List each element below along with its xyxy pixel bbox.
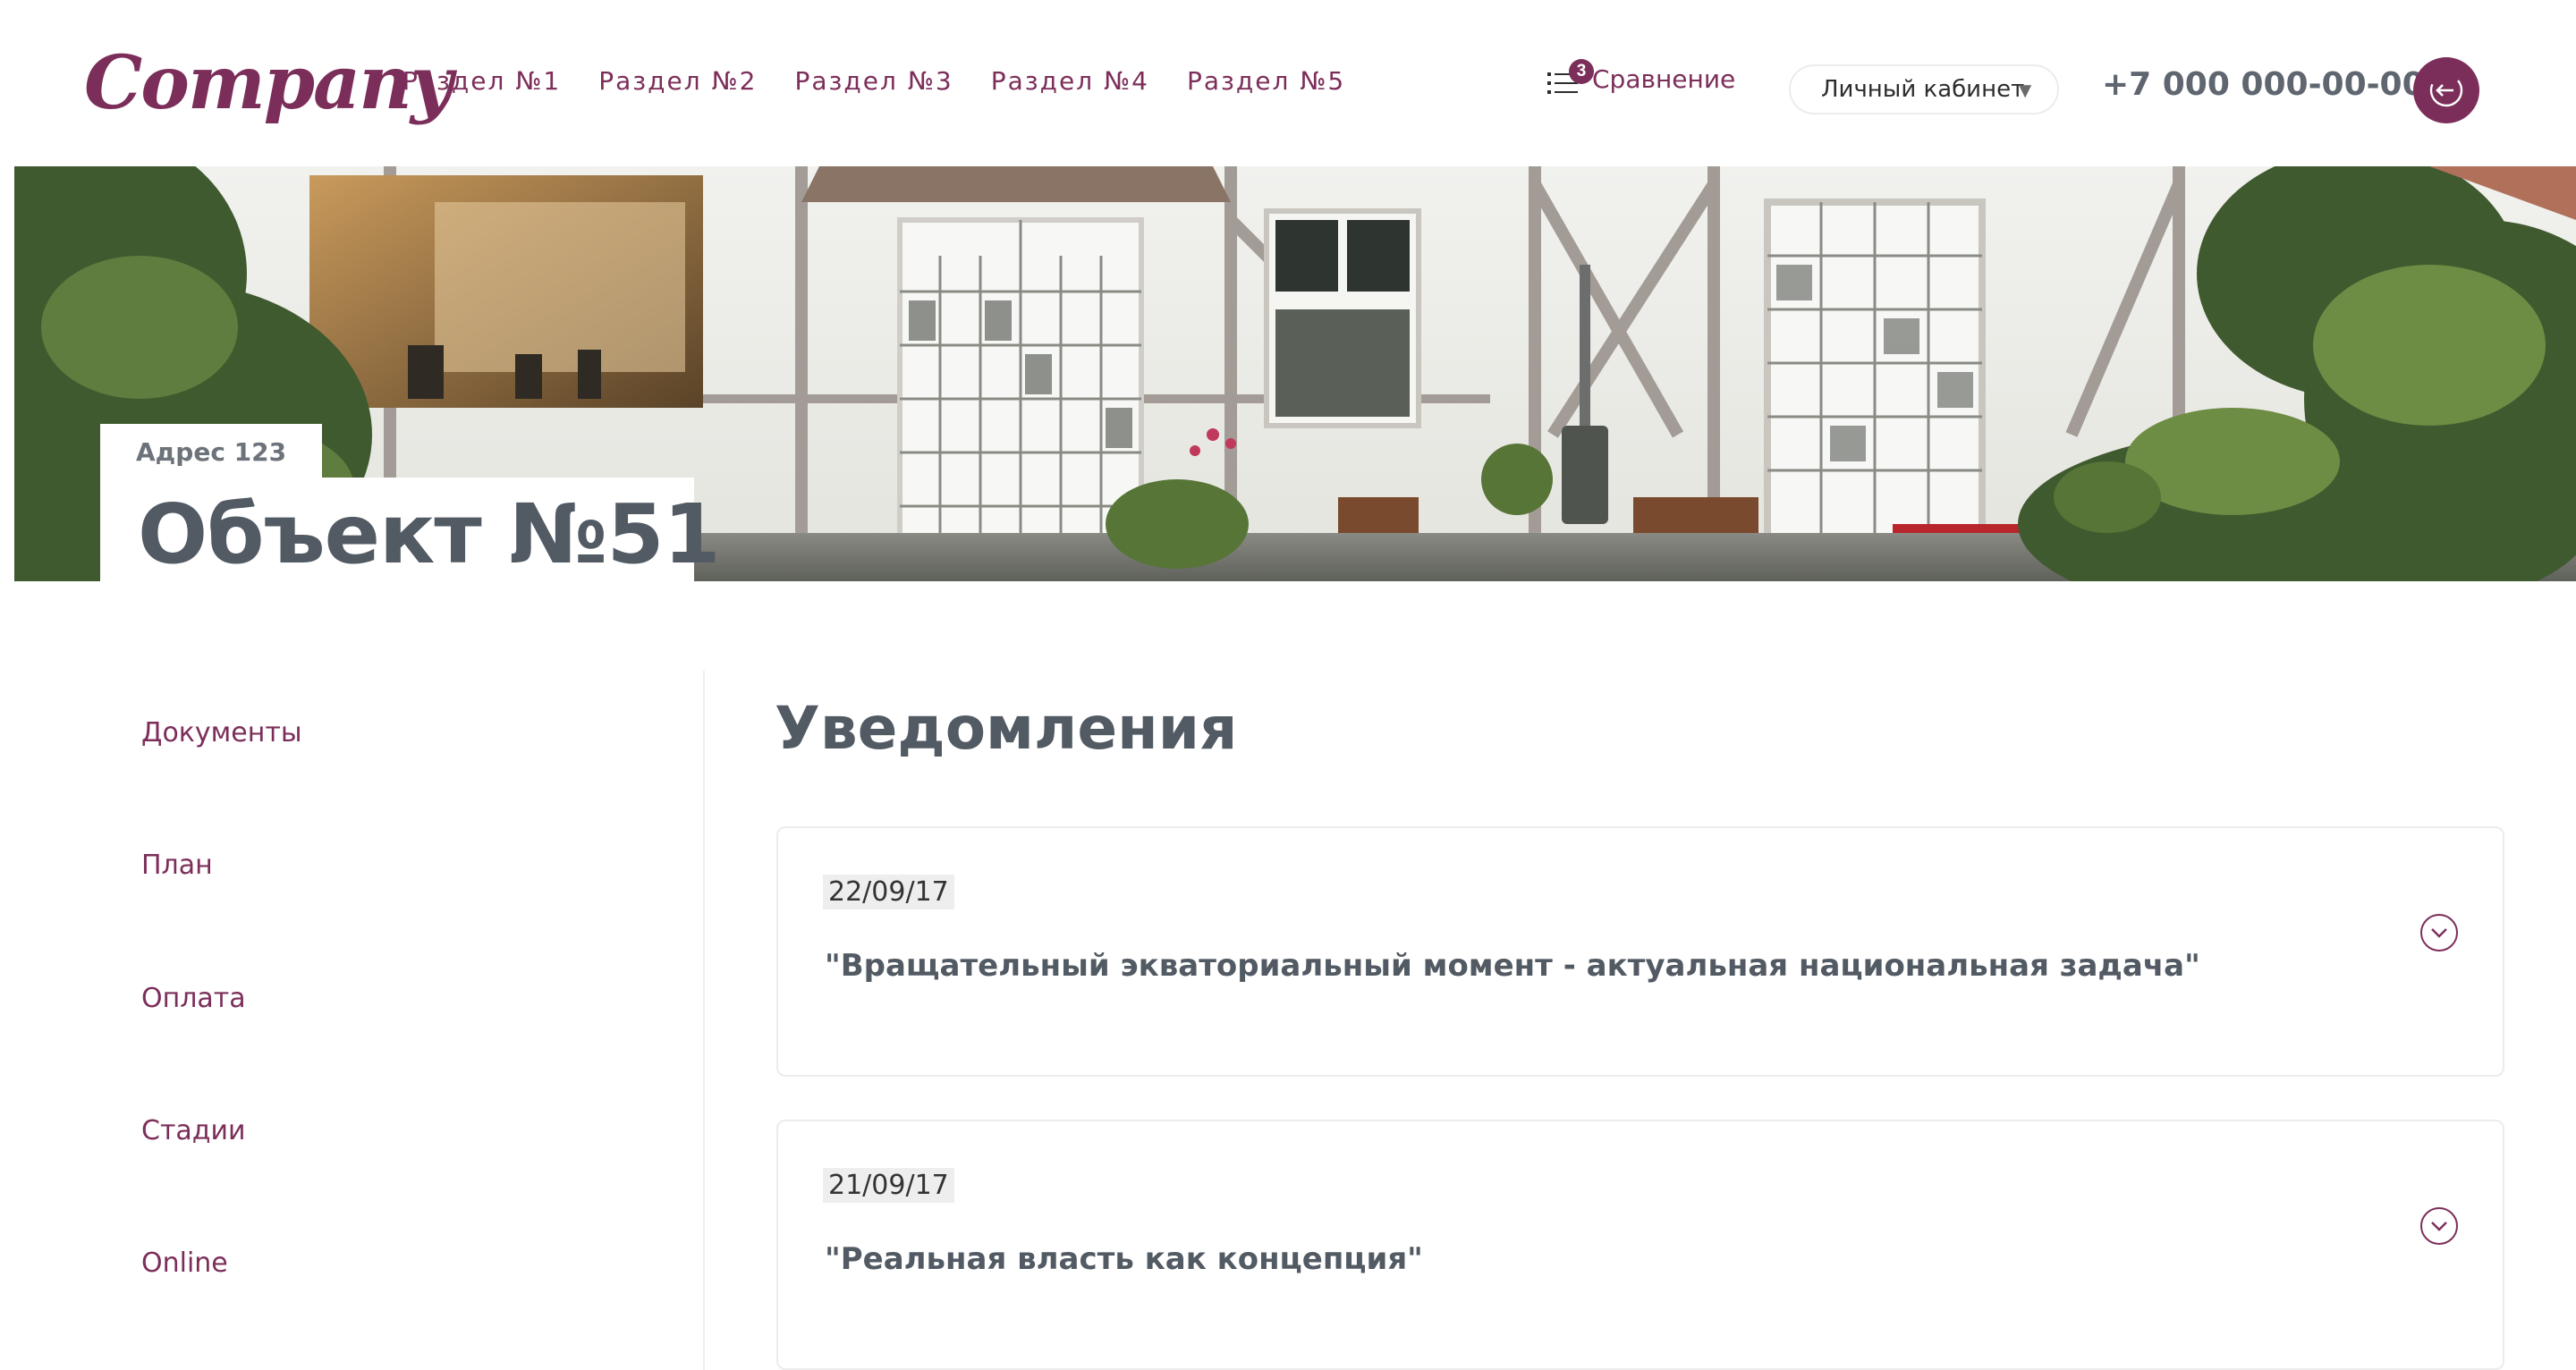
personal-cabinet-dropdown[interactable]: Личный кабинет ▼ <box>1789 64 2059 114</box>
object-title: Объект №51 <box>138 486 720 581</box>
sidebar-item-payment[interactable]: Оплата <box>141 983 246 1014</box>
object-address: Адрес 123 <box>136 436 287 467</box>
chevron-down-icon[interactable] <box>2420 914 2458 951</box>
notification-card[interactable]: 22/09/17 "Вращательный экваториальный мо… <box>776 826 2504 1077</box>
company-logo[interactable]: Company <box>84 34 453 132</box>
nav-item-section-3[interactable]: Раздел №3 <box>795 66 953 96</box>
sidebar-item-documents[interactable]: Документы <box>141 717 302 748</box>
nav-item-section-4[interactable]: Раздел №4 <box>991 66 1149 96</box>
object-title-box: Объект №51 <box>100 478 720 581</box>
logout-button[interactable] <box>2413 57 2479 123</box>
compare-label: Сравнение <box>1592 63 1736 94</box>
phone-number[interactable]: +7 000 000-00-00 <box>2102 66 2425 103</box>
chevron-down-icon[interactable] <box>2420 1207 2458 1245</box>
nav-item-section-5[interactable]: Раздел №5 <box>1187 66 1345 96</box>
hero-banner: Адрес 123 Объект №51 <box>14 166 2576 581</box>
main-nav: Раздел №1 Раздел №2 Раздел №3 Раздел №4 … <box>402 66 1345 96</box>
sidebar-item-plan[interactable]: План <box>141 850 213 881</box>
notification-date: 21/09/17 <box>823 1168 954 1203</box>
list-icon: 3 <box>1547 59 1594 95</box>
notification-text: "Вращательный экваториальный момент - ак… <box>825 948 2200 984</box>
sidebar-item-online[interactable]: Online <box>141 1247 228 1279</box>
sidebar-item-stages[interactable]: Стадии <box>141 1115 246 1146</box>
caret-down-icon: ▼ <box>2014 79 2036 103</box>
top-header: Company Раздел №1 Раздел №2 Раздел №3 Ра… <box>0 0 2576 166</box>
personal-cabinet-label: Личный кабинет <box>1821 76 2025 103</box>
page-title: Уведомления <box>775 694 1238 763</box>
logout-icon <box>2429 73 2463 107</box>
notification-text: "Реальная власть как концепция" <box>825 1241 1423 1277</box>
nav-item-section-2[interactable]: Раздел №2 <box>598 66 757 96</box>
address-tab: Адрес 123 <box>100 424 323 479</box>
notification-card[interactable]: 21/09/17 "Реальная власть как концепция" <box>776 1120 2504 1370</box>
object-sidebar: Документы План Оплата Стадии Online <box>0 671 705 1370</box>
nav-item-section-1[interactable]: Раздел №1 <box>402 66 561 96</box>
compare-count-badge: 3 <box>1569 59 1594 84</box>
compare-link[interactable]: 3 Сравнение <box>1547 59 1736 95</box>
notification-date: 22/09/17 <box>823 875 954 909</box>
